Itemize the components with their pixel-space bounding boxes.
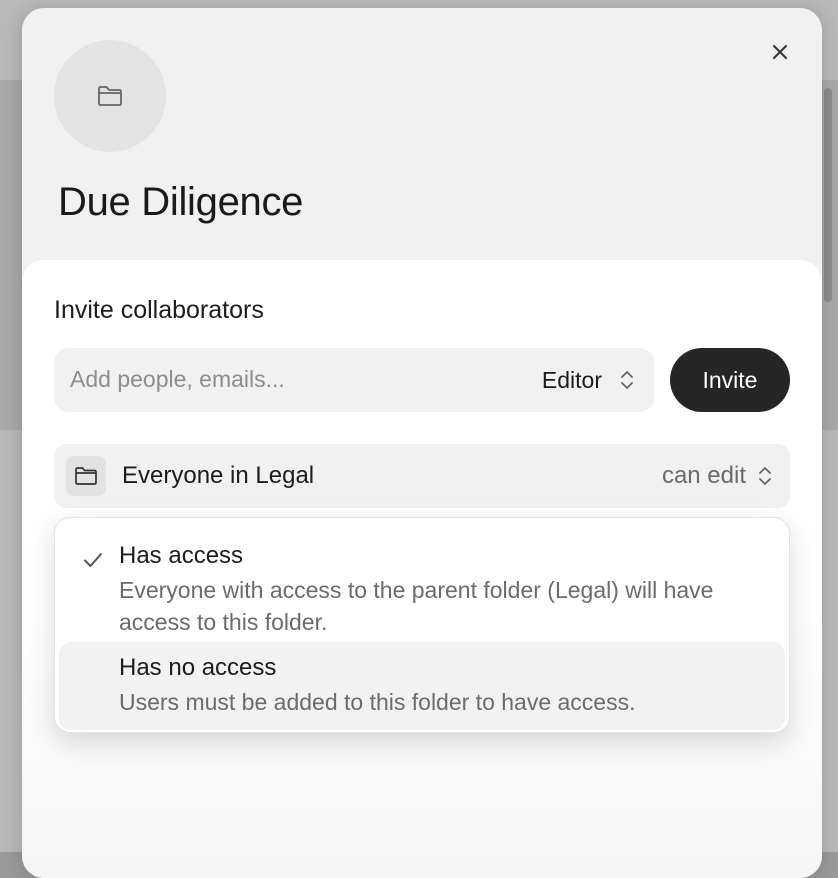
- chevron-up-down-icon: [621, 371, 633, 389]
- checkmark-icon: [84, 553, 102, 567]
- option-has-access[interactable]: Has access Everyone with access to the p…: [59, 526, 785, 638]
- invite-field[interactable]: Add people, emails... Editor: [54, 348, 654, 412]
- chevron-up-down-icon: [759, 467, 771, 485]
- group-name: Everyone in Legal: [122, 462, 315, 489]
- role-select-value: Editor: [541, 366, 602, 393]
- option-description: Everyone with access to the parent folde…: [119, 577, 714, 635]
- page-title: Due Diligence: [58, 180, 304, 224]
- role-select[interactable]: Editor: [542, 348, 634, 412]
- access-dropdown: Has access Everyone with access to the p…: [54, 517, 790, 733]
- invite-heading: Invite collaborators: [54, 296, 264, 324]
- group-icon-box: [66, 456, 106, 496]
- folder-icon: [98, 86, 122, 106]
- invite-button[interactable]: Invite: [670, 348, 790, 412]
- option-title: Has no access: [119, 654, 277, 681]
- permission-value: can edit: [661, 462, 746, 489]
- close-icon: [773, 45, 787, 59]
- sharing-panel: Invite collaborators Add people, emails.…: [22, 260, 822, 878]
- group-access-row: Everyone in Legal can edit: [54, 444, 790, 508]
- option-has-no-access[interactable]: Has no access Users must be added to thi…: [59, 642, 785, 730]
- permission-select[interactable]: can edit: [662, 444, 772, 508]
- page-scrollbar[interactable]: [824, 88, 832, 302]
- invite-input-placeholder[interactable]: Add people, emails...: [70, 366, 285, 393]
- option-title: Has access: [119, 542, 244, 569]
- folder-sharing-dialog: Due Diligence Invite collaborators Add p…: [22, 8, 822, 878]
- folder-icon: [75, 467, 97, 485]
- option-description: Users must be added to this folder to ha…: [119, 689, 636, 715]
- folder-avatar: [54, 40, 166, 152]
- close-button[interactable]: [768, 40, 792, 64]
